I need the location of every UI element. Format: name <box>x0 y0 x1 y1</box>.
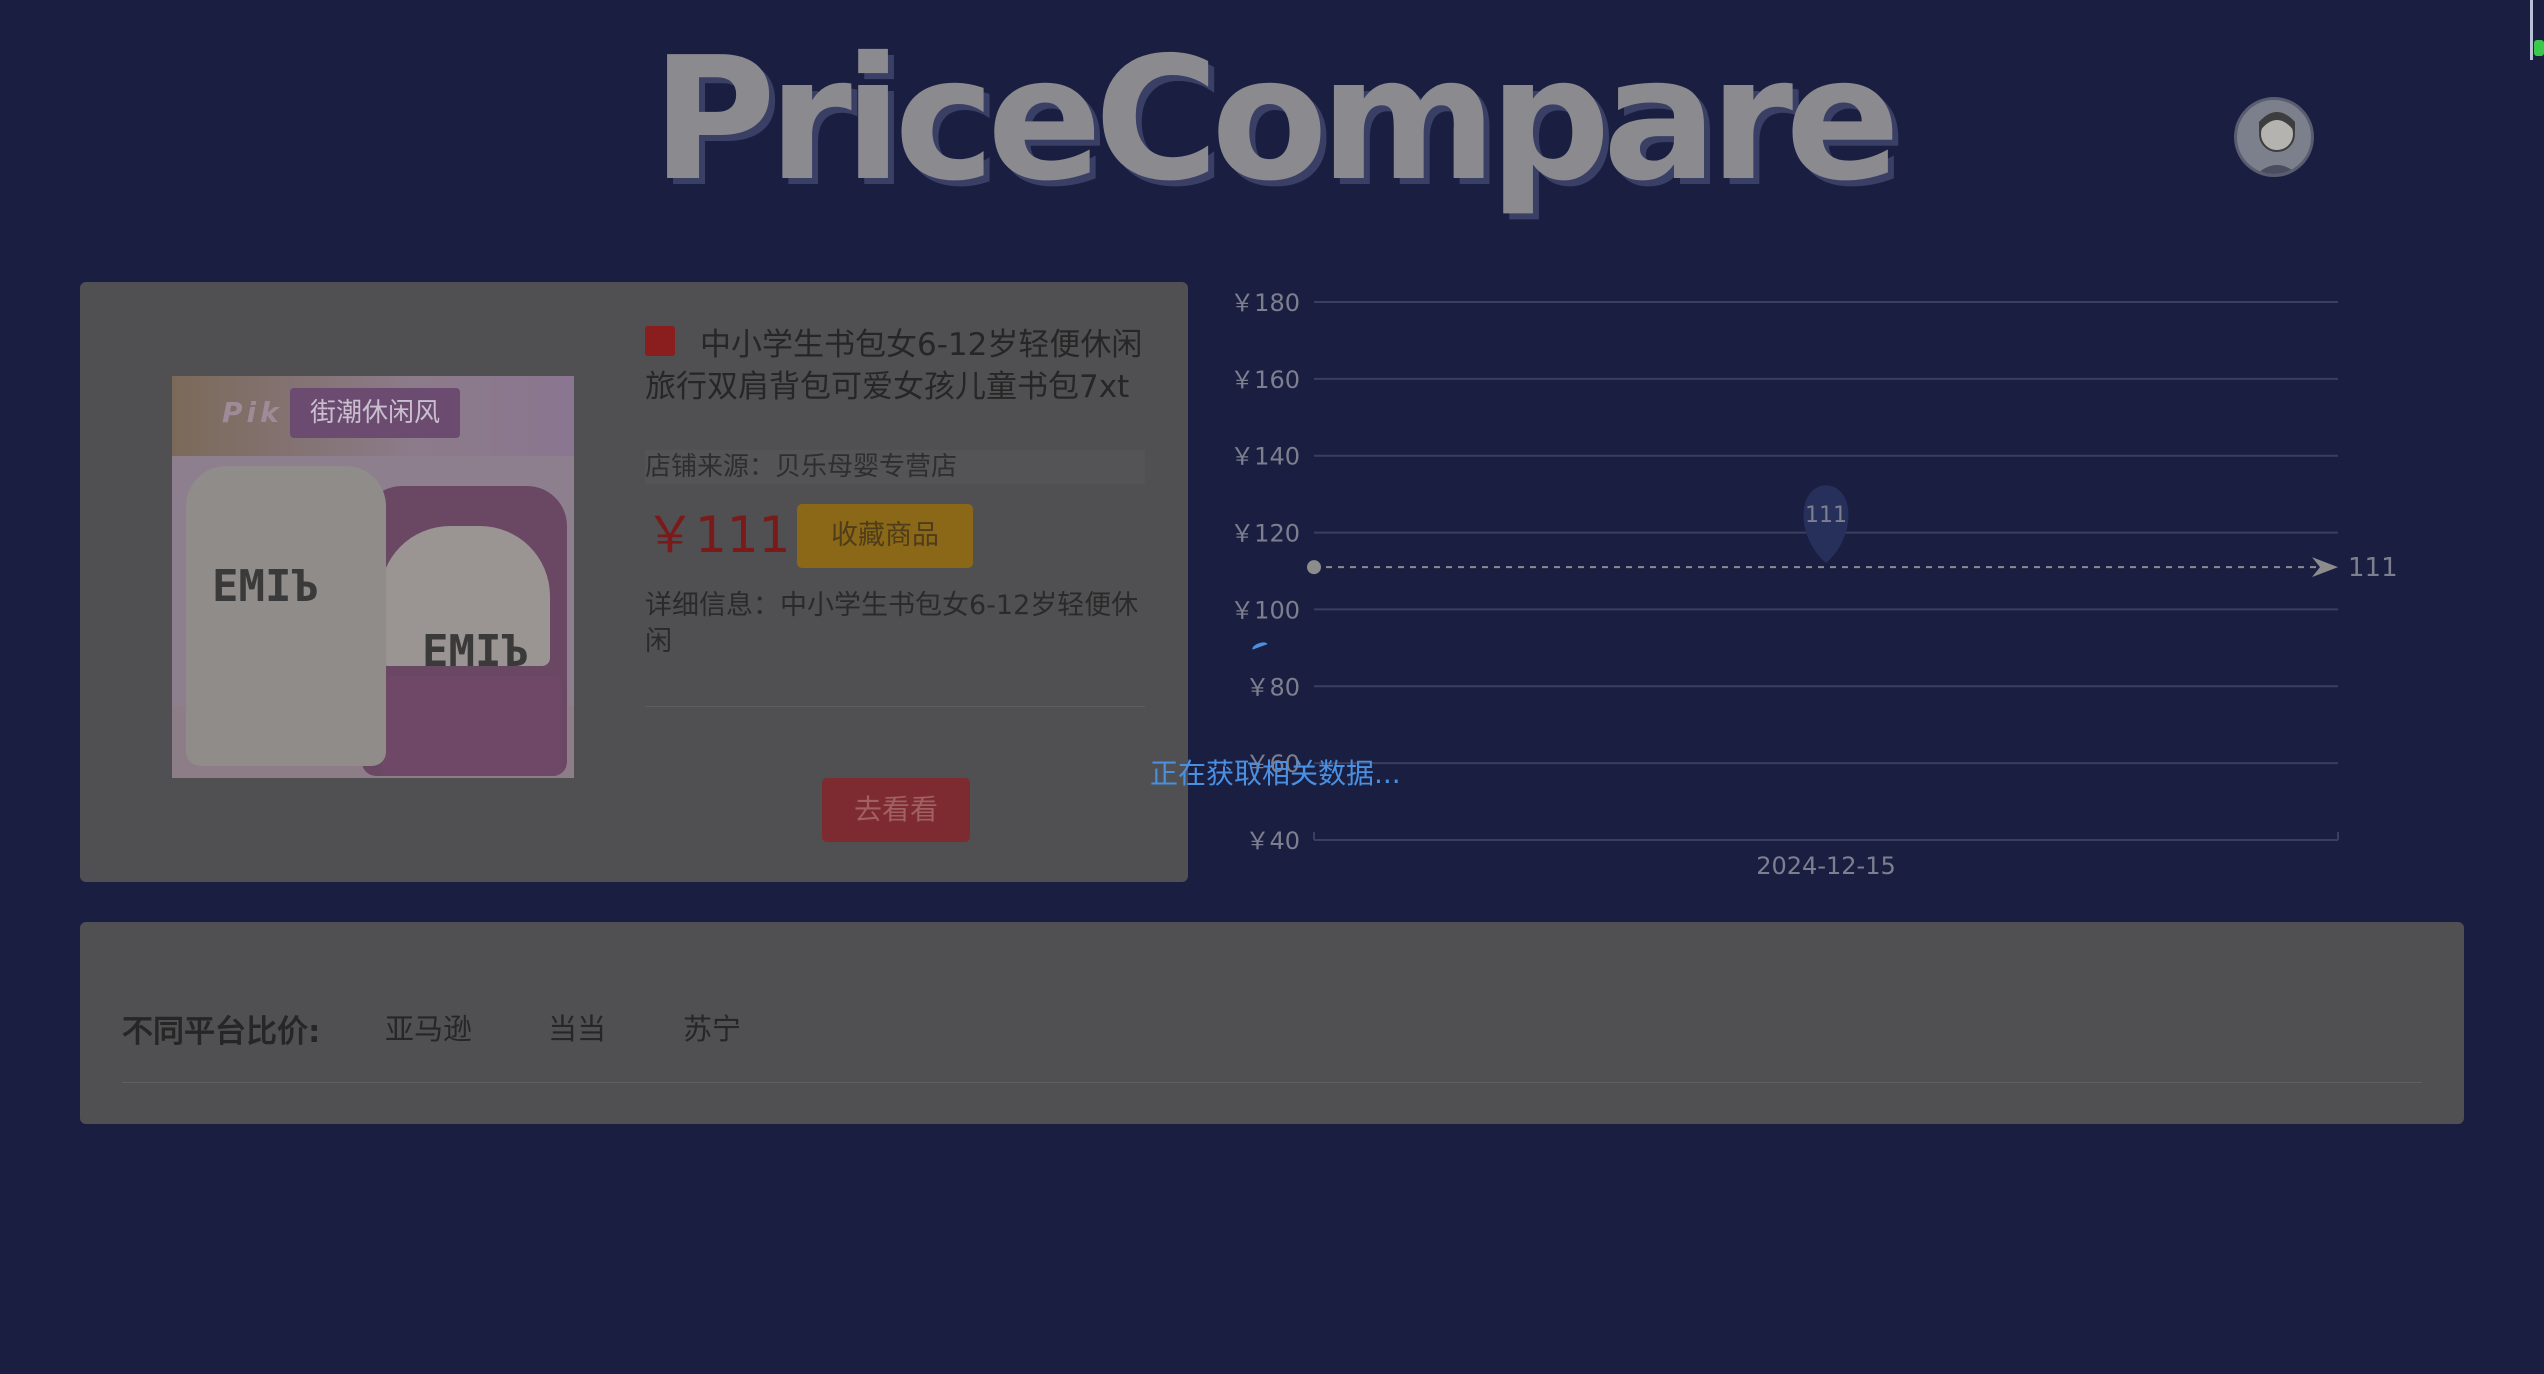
x-tick-label: 2024-12-15 <box>1756 852 1895 880</box>
platform-tab-dangdang[interactable]: 当当 <box>548 1006 606 1048</box>
y-tick-label: ￥100 <box>1230 596 1300 624</box>
product-card: Pik ack 街潮休闲风 EMIЪ EMIЪ 中小学生书包女6-12岁轻便休闲… <box>80 282 1188 882</box>
product-image[interactable]: Pik ack 街潮休闲风 EMIЪ EMIЪ <box>172 376 574 778</box>
data-point <box>1307 560 1321 575</box>
bag-letters-right: EMIЪ <box>422 626 528 677</box>
y-tick-label: ￥120 <box>1230 520 1300 548</box>
product-title[interactable]: 中小学生书包女6-12岁轻便休闲旅行双肩背包可爱女孩儿童书包7xt <box>645 324 1145 408</box>
collect-button[interactable]: 收藏商品 <box>797 504 973 568</box>
product-price: ￥111 <box>645 506 791 564</box>
divider <box>645 706 1145 707</box>
image-style-badge: 街潮休闲风 <box>290 388 460 438</box>
detail-info: 详细信息：中小学生书包女6-12岁轻便休闲 <box>645 590 1139 657</box>
compare-label: 不同平台比价: <box>122 1014 321 1050</box>
backpack-grey-shape <box>186 466 386 766</box>
y-tick-label: ￥160 <box>1230 366 1300 394</box>
divider <box>122 1082 2422 1083</box>
go-see-button[interactable]: 去看看 <box>822 778 970 842</box>
bag-letters-left: EMIЪ <box>212 561 318 612</box>
site-logo[interactable]: PriceCompare <box>0 30 2544 210</box>
platform-tab-suning[interactable]: 苏宁 <box>683 1006 741 1048</box>
platform-tab-amazon[interactable]: 亚马逊 <box>385 1006 472 1048</box>
y-tick-label: ￥180 <box>1230 289 1300 317</box>
y-tick-label: ￥140 <box>1230 443 1300 471</box>
price-history-chart: ￥180 ￥160 ￥140 ￥120 ￥100 ￥80 ￥60 ￥40 2024-12-15 1… <box>1220 270 2420 910</box>
scrollbar-thumb[interactable] <box>2530 0 2544 60</box>
shop-source: 店铺来源：贝乐母婴专营店 <box>645 450 1145 484</box>
loading-text: 正在获取相关数据... <box>1150 757 1401 790</box>
y-tick-label: ￥40 <box>1245 827 1300 855</box>
price-chart-svg: ￥180￥160￥140￥120￥100￥80￥60￥402024-12-151… <box>1230 289 2398 880</box>
pin-value-label: 111 <box>1805 503 1847 528</box>
user-avatar-icon[interactable] <box>2234 97 2314 177</box>
y-tick-label: ￥80 <box>1245 673 1300 701</box>
end-value-label: 111 <box>2348 553 2398 583</box>
platform-compare-card: 不同平台比价: 亚马逊 当当 苏宁 <box>80 922 2464 1124</box>
